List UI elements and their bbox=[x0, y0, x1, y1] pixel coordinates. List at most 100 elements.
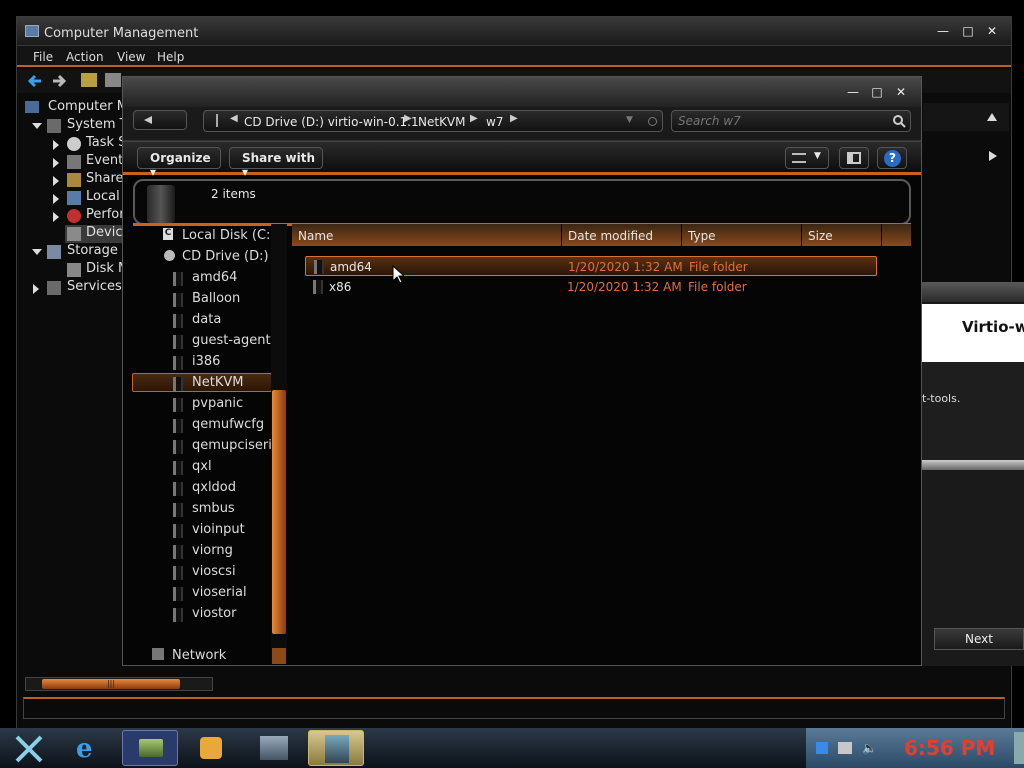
nav-folder-item[interactable]: pvpanic bbox=[192, 396, 243, 411]
folder-icon bbox=[173, 314, 183, 328]
taskbar-installer[interactable] bbox=[308, 730, 364, 766]
collapse-arrow-icon[interactable] bbox=[32, 123, 42, 129]
nav-folder-item[interactable]: vioscsi bbox=[192, 564, 236, 579]
view-options-button[interactable]: ▼ bbox=[785, 147, 829, 169]
show-desktop-button[interactable] bbox=[1014, 732, 1024, 764]
nav-folder-item[interactable]: smbus bbox=[192, 501, 235, 516]
nav-folder-item[interactable]: qxl bbox=[192, 459, 212, 474]
nav-folder-item[interactable]: i386 bbox=[192, 354, 220, 369]
expand-arrow-icon[interactable] bbox=[53, 158, 59, 168]
scrollbar-thumb[interactable]: ||| bbox=[42, 679, 180, 689]
column-date-modified[interactable]: Date modified bbox=[562, 224, 682, 246]
nav-folder-item[interactable]: guest-agent bbox=[192, 333, 271, 348]
address-bar[interactable]: ◀ CD Drive (D:) virtio-win-0.1.1 ▶ NetKV… bbox=[203, 110, 663, 132]
forward-arrow-icon[interactable] bbox=[51, 73, 67, 89]
dropdown-arrow-icon[interactable]: ▼ bbox=[626, 115, 633, 125]
tree-system-tools[interactable]: System T bbox=[67, 117, 128, 132]
expand-arrow-icon[interactable] bbox=[53, 212, 59, 222]
close-icon[interactable]: ✕ bbox=[893, 85, 909, 99]
collapse-up-icon[interactable] bbox=[987, 113, 997, 121]
nav-cd-drive[interactable]: CD Drive (D:) vi bbox=[182, 249, 284, 264]
nav-scrollbar[interactable] bbox=[271, 224, 287, 664]
tray-device-icon[interactable] bbox=[838, 742, 852, 754]
nav-folder-item[interactable]: NetKVM bbox=[192, 375, 243, 390]
nav-folder-item[interactable]: amd64 bbox=[192, 270, 237, 285]
taskbar-internet-explorer[interactable]: e bbox=[62, 730, 118, 766]
back-arrow-icon[interactable] bbox=[144, 116, 152, 124]
breadcrumb-separator-icon[interactable]: ◀ bbox=[230, 113, 238, 124]
tree-local-users[interactable]: Local bbox=[86, 189, 120, 204]
start-button[interactable] bbox=[4, 730, 52, 766]
clock[interactable]: 6:56 PM bbox=[904, 736, 995, 760]
search-box[interactable] bbox=[671, 110, 911, 132]
menu-action[interactable]: Action bbox=[66, 50, 104, 64]
close-icon[interactable]: ✕ bbox=[984, 24, 1000, 38]
taskbar-explorer[interactable] bbox=[122, 730, 178, 766]
search-input[interactable] bbox=[678, 113, 878, 129]
breadcrumb-separator-icon[interactable]: ▶ bbox=[404, 113, 412, 124]
help-button[interactable]: ? bbox=[877, 147, 907, 169]
back-forward-buttons[interactable] bbox=[133, 110, 187, 130]
tree-performance[interactable]: Perfor bbox=[86, 207, 125, 222]
nav-network[interactable]: Network bbox=[172, 648, 226, 663]
dropdown-arrow-icon[interactable]: ▼ bbox=[814, 151, 821, 161]
nav-scrollbar-down[interactable] bbox=[272, 648, 286, 664]
menu-view[interactable]: View bbox=[117, 50, 145, 64]
breadcrumb-cd-drive[interactable]: CD Drive (D:) virtio-win-0.1.1 bbox=[244, 115, 419, 129]
file-row[interactable]: x86 1/20/2020 1:32 AM File folder bbox=[305, 277, 877, 297]
tray-volume-icon[interactable]: 🔈 bbox=[862, 741, 877, 755]
nav-folder-item[interactable]: viostor bbox=[192, 606, 236, 621]
nav-folder-item[interactable]: viorng bbox=[192, 543, 233, 558]
tray-network-icon[interactable] bbox=[816, 742, 828, 754]
expand-right-icon[interactable] bbox=[989, 151, 997, 161]
organize-button[interactable]: Organize ▾ bbox=[137, 147, 221, 179]
installer-icon bbox=[325, 735, 349, 763]
breadcrumb-w7[interactable]: w7 bbox=[486, 115, 503, 129]
horizontal-scrollbar[interactable]: ||| bbox=[25, 677, 213, 691]
explorer-title-bar[interactable]: — □ ✕ bbox=[123, 77, 921, 107]
show-tree-icon[interactable] bbox=[105, 73, 121, 87]
nav-folder-item[interactable]: vioinput bbox=[192, 522, 245, 537]
installer-title-bar[interactable] bbox=[922, 282, 1024, 302]
expand-arrow-icon[interactable] bbox=[33, 284, 39, 294]
nav-folder-item[interactable]: qemupciserial bbox=[192, 438, 283, 453]
column-size[interactable]: Size bbox=[802, 224, 882, 246]
breadcrumb-separator-icon[interactable]: ▶ bbox=[470, 113, 478, 124]
folder-up-icon[interactable] bbox=[81, 73, 97, 87]
maximize-icon[interactable]: □ bbox=[960, 24, 976, 38]
taskbar-media-player[interactable] bbox=[184, 730, 240, 766]
nav-folder-item[interactable]: qemufwcfg bbox=[192, 417, 264, 432]
file-row[interactable]: amd64 1/20/2020 1:32 AM File folder bbox=[305, 256, 877, 276]
tree-storage[interactable]: Storage bbox=[67, 243, 118, 258]
taskbar-computer-management[interactable] bbox=[246, 730, 302, 766]
column-type[interactable]: Type bbox=[682, 224, 802, 246]
search-icon[interactable] bbox=[892, 114, 906, 128]
breadcrumb-separator-icon[interactable]: ▶ bbox=[510, 113, 518, 124]
minimize-icon[interactable]: — bbox=[935, 24, 951, 38]
breadcrumb-netkvm[interactable]: NetKVM bbox=[418, 115, 466, 129]
nav-folder-item[interactable]: qxldod bbox=[192, 480, 236, 495]
preview-pane-button[interactable] bbox=[839, 147, 869, 169]
next-button[interactable]: Next bbox=[934, 628, 1024, 650]
minimize-icon[interactable]: — bbox=[845, 85, 861, 99]
refresh-icon[interactable] bbox=[648, 117, 657, 126]
menu-file[interactable]: File bbox=[33, 50, 53, 64]
nav-folder-item[interactable]: data bbox=[192, 312, 221, 327]
column-name[interactable]: Name bbox=[292, 224, 562, 246]
nav-local-disk[interactable]: Local Disk (C:) bbox=[182, 228, 275, 243]
collapse-arrow-icon[interactable] bbox=[32, 249, 42, 255]
nav-scrollbar-thumb[interactable] bbox=[272, 390, 286, 634]
tree-task-scheduler[interactable]: Task S bbox=[86, 135, 126, 150]
expand-arrow-icon[interactable] bbox=[53, 140, 59, 150]
folder-icon bbox=[139, 739, 163, 757]
menu-help[interactable]: Help bbox=[157, 50, 184, 64]
tree-event-viewer[interactable]: Event bbox=[86, 153, 123, 168]
maximize-icon[interactable]: □ bbox=[869, 85, 885, 99]
expand-arrow-icon[interactable] bbox=[53, 176, 59, 186]
nav-folder-item[interactable]: Balloon bbox=[192, 291, 240, 306]
cm-title-bar[interactable]: Computer Management — □ ✕ bbox=[17, 17, 1011, 45]
expand-arrow-icon[interactable] bbox=[53, 194, 59, 204]
share-with-button[interactable]: Share with ▾ bbox=[229, 147, 323, 179]
nav-folder-item[interactable]: vioserial bbox=[192, 585, 247, 600]
back-arrow-icon[interactable] bbox=[27, 73, 43, 89]
